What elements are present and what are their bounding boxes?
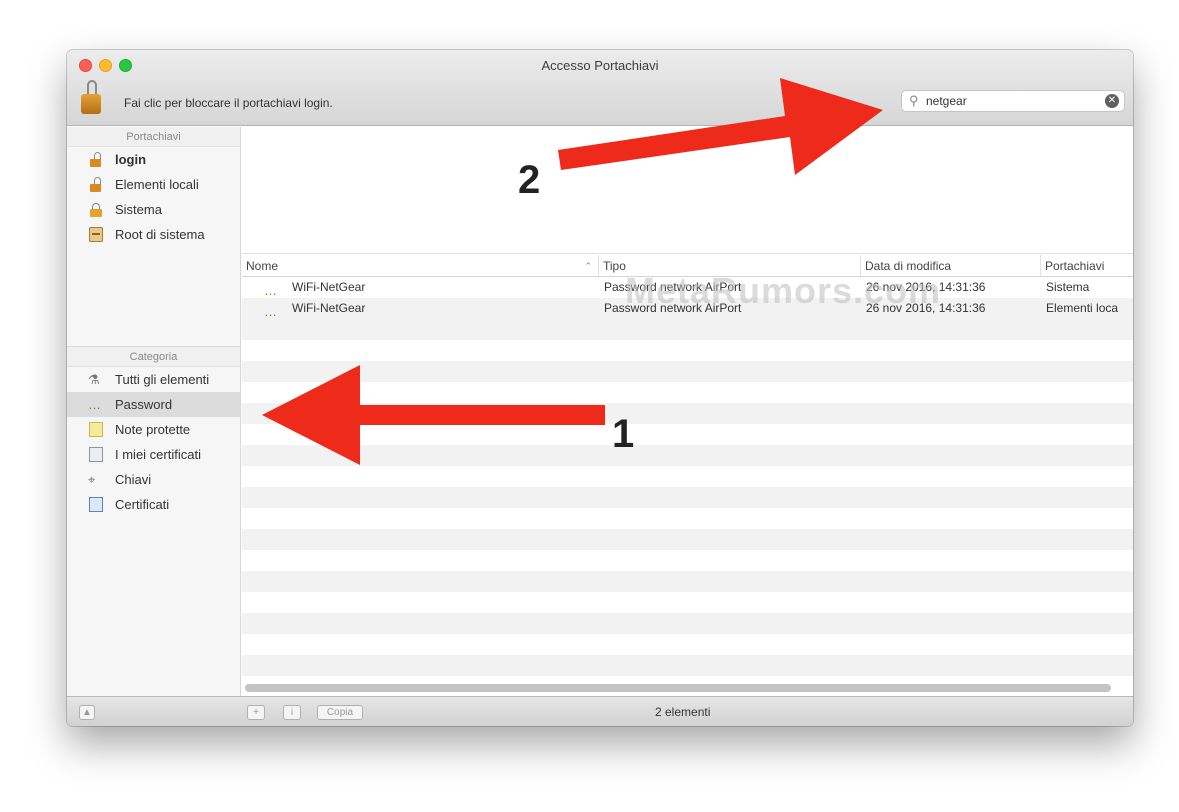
sidebar-item-login[interactable]: login — [67, 147, 240, 172]
column-header-modified[interactable]: Data di modifica — [861, 255, 1041, 277]
column-header-name[interactable]: Nome ⌃ — [242, 255, 599, 277]
arrow-2-label: 2 — [518, 158, 541, 202]
cabinet-icon — [89, 227, 103, 242]
lock-icon — [89, 202, 103, 217]
sidebar-item-system[interactable]: Sistema — [67, 197, 240, 222]
keychain-window: Accesso Portachiavi Fai clic per bloccar… — [67, 50, 1133, 726]
table-row[interactable]: … WiFi-NetGear Password network AirPort … — [242, 277, 1133, 298]
search-input[interactable]: netgear — [926, 94, 967, 108]
cell-modified: 26 nov 2016, 14:31:36 — [866, 301, 986, 315]
sidebar-item-label: Tutti gli elementi — [115, 372, 210, 387]
info-button[interactable]: i — [283, 705, 301, 720]
toggle-sidebar-button[interactable]: ▲ — [79, 705, 95, 720]
column-header-type[interactable]: Tipo — [599, 255, 861, 277]
sidebar-item-label: Root di sistema — [115, 227, 205, 242]
sidebar-item-password[interactable]: … Password — [67, 392, 240, 417]
sidebar-item-certificates[interactable]: Certificati — [67, 492, 240, 517]
table-header: Nome ⌃ Tipo Data di modifica Portachiavi — [242, 255, 1133, 277]
keychains-header: Portachiavi — [67, 127, 240, 147]
sidebar-item-secure-notes[interactable]: Note protette — [67, 417, 240, 442]
my-certificate-icon — [89, 447, 103, 462]
sidebar-item-label: Password — [115, 397, 173, 412]
all-items-icon: ⚗ — [88, 372, 100, 387]
item-preview-pane — [242, 127, 1133, 254]
sidebar-item-my-certificates[interactable]: I miei certificati — [67, 442, 240, 467]
cell-name: WiFi-NetGear — [292, 280, 366, 294]
column-header-label: Nome — [246, 259, 279, 273]
copy-button[interactable]: Copia — [317, 705, 363, 720]
unlocked-lock-icon — [89, 152, 103, 167]
horizontal-scrollbar[interactable] — [245, 684, 1111, 692]
sort-ascending-icon: ⌃ — [584, 261, 592, 271]
key-icon: ⌖ — [88, 472, 96, 487]
table-row[interactable]: … WiFi-NetGear Password network AirPort … — [242, 298, 1133, 319]
clear-x-icon[interactable]: ✕ — [1105, 94, 1119, 108]
items-table: Nome ⌃ Tipo Data di modifica Portachiavi… — [242, 255, 1133, 682]
column-header-keychain[interactable]: Portachiavi — [1041, 255, 1133, 277]
categories-header: Categoria — [67, 347, 240, 367]
sidebar-item-label: Sistema — [115, 202, 162, 217]
lock-shackle-icon — [87, 80, 97, 94]
cell-type: Password network AirPort — [604, 280, 742, 294]
sidebar: Portachiavi login Elementi locali Sistem… — [67, 127, 241, 696]
table-body: … WiFi-NetGear Password network AirPort … — [242, 277, 1133, 319]
sidebar-item-label: Note protette — [115, 422, 191, 437]
sidebar-item-label: login — [115, 152, 147, 167]
sidebar-item-label: Certificati — [115, 497, 170, 512]
certificate-icon — [89, 497, 103, 512]
categories-section: Categoria ⚗ Tutti gli elementi … Passwor… — [67, 346, 240, 517]
item-count-status: 2 elementi — [655, 705, 711, 719]
arrow-1-label: 1 — [612, 412, 635, 456]
empty-table-area — [242, 319, 1133, 676]
cell-modified: 26 nov 2016, 14:31:36 — [866, 280, 986, 294]
cell-keychain: Elementi loca — [1046, 301, 1119, 315]
search-field[interactable]: ⚲ netgear ✕ — [901, 90, 1125, 112]
sidebar-item-local-items[interactable]: Elementi locali — [67, 172, 240, 197]
screenshot-stage: Accesso Portachiavi Fai clic per bloccar… — [0, 0, 1179, 812]
magnifier-icon: ⚲ — [909, 93, 919, 108]
sidebar-item-label: I miei certificati — [115, 447, 201, 462]
sidebar-item-all-items[interactable]: ⚗ Tutti gli elementi — [67, 367, 240, 392]
cell-keychain: Sistema — [1046, 280, 1090, 294]
window-title: Accesso Portachiavi — [541, 58, 659, 73]
cell-type: Password network AirPort — [604, 301, 742, 315]
sidebar-item-label: Elementi locali — [115, 177, 199, 192]
cell-name: WiFi-NetGear — [292, 301, 366, 315]
lock-icon — [81, 94, 101, 114]
keychain-lock-button[interactable] — [79, 80, 103, 120]
main-content: Nome ⌃ Tipo Data di modifica Portachiavi… — [242, 127, 1133, 696]
title-bar: Accesso Portachiavi Fai clic per bloccar… — [67, 50, 1133, 126]
add-item-button[interactable]: + — [247, 705, 265, 720]
unlocked-lock-icon — [89, 177, 103, 192]
sidebar-item-system-roots[interactable]: Root di sistema — [67, 222, 240, 247]
lock-hint-text: Fai clic per bloccare il portachiavi log… — [124, 96, 333, 110]
secure-note-icon — [89, 422, 103, 437]
password-icon: … — [88, 397, 101, 412]
sidebar-item-label: Chiavi — [115, 472, 152, 487]
sidebar-item-keys[interactable]: ⌖ Chiavi — [67, 467, 240, 492]
keychains-section: Portachiavi login Elementi locali Sistem… — [67, 127, 240, 342]
bottom-toolbar: ▲ + i Copia 2 elementi — [67, 696, 1133, 726]
